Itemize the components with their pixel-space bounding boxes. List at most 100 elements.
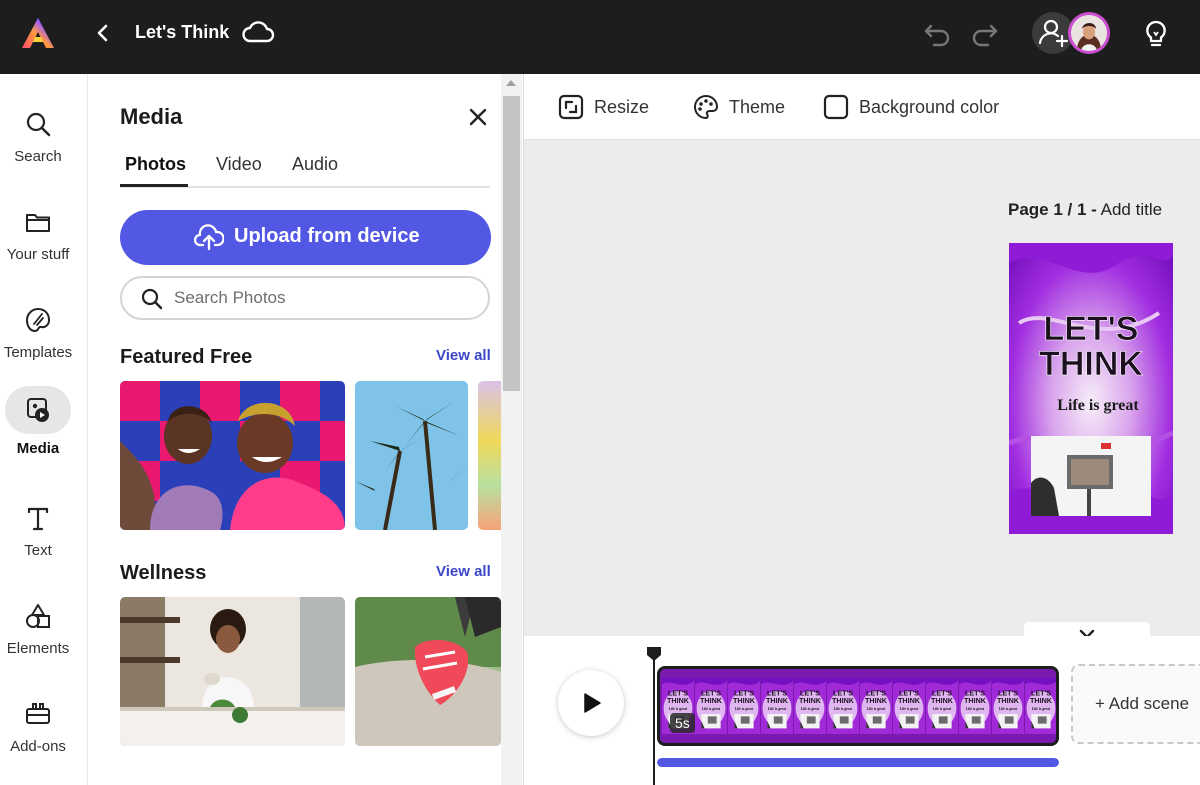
frame-heading-2: THINK <box>766 696 789 705</box>
back-icon[interactable] <box>92 21 114 45</box>
frame-subtitle: Life is great <box>768 707 787 711</box>
text-icon <box>27 507 49 531</box>
frame-heading-2: THINK <box>865 696 888 705</box>
rail-label: Your stuff <box>6 246 70 263</box>
page-indicator: Page 1 / 1 - Add title <box>1008 200 1162 220</box>
photo-thumbnail-palms[interactable] <box>355 381 468 530</box>
photo-thumbnail-friends[interactable] <box>120 381 345 530</box>
rail-item-your-stuff[interactable]: Your stuff <box>0 198 88 288</box>
frame-heading-2: THINK <box>1030 696 1053 705</box>
scroll-up-arrow[interactable] <box>506 80 516 86</box>
rail-item-add-ons[interactable]: Add-ons <box>0 690 88 780</box>
scrollbar-thumb[interactable] <box>503 96 520 391</box>
frame-subtitle: Life is great <box>801 707 820 711</box>
photo-runner <box>355 597 501 746</box>
frame-heading-2: THINK <box>931 696 954 705</box>
templates-icon <box>25 307 51 333</box>
lightbulb-icon[interactable] <box>1140 18 1172 50</box>
play-button[interactable] <box>558 670 624 736</box>
upload-cloud-icon <box>194 224 224 251</box>
tab-photos[interactable]: Photos <box>125 154 186 175</box>
timeline-frame-thumbnail: LET'STHINKLife is great <box>860 678 892 734</box>
redo-icon[interactable] <box>968 19 1000 47</box>
clip-duration-badge: 5s <box>670 713 695 733</box>
timeline-frame-thumbnail: LET'STHINKLife is great <box>761 678 793 734</box>
playhead-line[interactable] <box>653 652 655 785</box>
search-icon <box>141 288 163 310</box>
photo-friends <box>120 381 345 530</box>
timeline-frame-thumbnail: LET'STHINKLife is great <box>893 678 925 734</box>
frame-heading-2: THINK <box>964 696 987 705</box>
rail-item-elements[interactable]: Elements <box>0 592 88 682</box>
search-photos-field[interactable] <box>120 276 490 320</box>
timeline-frame-thumbnail: LET'STHINKLife is great <box>926 678 958 734</box>
photo-kitchen <box>120 597 345 746</box>
cloud-icon[interactable] <box>240 19 276 47</box>
rail-label: Elements <box>6 640 70 657</box>
rail-item-media[interactable]: Media <box>0 386 88 476</box>
photo-thumbnail-runner[interactable] <box>355 597 501 746</box>
frame-heading-2: THINK <box>799 696 822 705</box>
rail-item-search[interactable]: Search <box>0 100 88 190</box>
undo-icon[interactable] <box>922 19 954 47</box>
timeline-progress-bar[interactable] <box>657 758 1059 767</box>
timeline: LET'S THINK Life is great LET'S THINK Life is… <box>524 636 1200 785</box>
photo-palms <box>355 381 468 530</box>
frame-heading-2: THINK <box>733 696 756 705</box>
media-icon <box>27 398 49 422</box>
frame-subtitle: Life is great <box>669 707 688 711</box>
tab-video[interactable]: Video <box>216 154 262 175</box>
upload-label: Upload from device <box>234 225 420 247</box>
frame-subtitle: Life is great <box>966 707 985 711</box>
background-color-label: Background color <box>859 97 1000 117</box>
avatar-photo <box>1071 15 1107 51</box>
search-input[interactable] <box>174 286 474 310</box>
play-icon <box>584 693 601 713</box>
timeline-frame-thumbnail: LET'STHINKLife is great <box>959 678 991 734</box>
canvas-area: Page 1 / 1 - Add title LET'S THINK Life … <box>524 140 1200 639</box>
frame-subtitle: Life is great <box>900 707 919 711</box>
section-title-featured-free: Featured Free <box>120 346 253 368</box>
design-heading-1: LET'S <box>1044 310 1139 348</box>
upload-from-device-button[interactable]: Upload from device <box>120 210 491 265</box>
add-scene-button[interactable]: + Add scene <box>1071 664 1200 744</box>
frame-subtitle: Life is great <box>1032 707 1051 711</box>
scene-clip[interactable]: LET'S THINK Life is great LET'S THINK Life is… <box>657 666 1059 746</box>
palette-icon <box>694 94 719 120</box>
view-all-featured-link[interactable]: View all <box>436 347 491 364</box>
frame-heading-2: THINK <box>700 696 723 705</box>
panel-scrollbar[interactable] <box>501 74 522 785</box>
add-title-link[interactable]: Add title <box>1101 200 1162 219</box>
addons-icon <box>26 703 50 724</box>
user-avatar[interactable] <box>1068 12 1110 54</box>
playhead-handle[interactable] <box>646 646 662 662</box>
frame-heading-2: THINK <box>997 696 1020 705</box>
frame-heading-2: THINK <box>832 696 855 705</box>
close-icon[interactable] <box>468 107 488 127</box>
document-title[interactable]: Let's Think <box>135 22 229 43</box>
active-tab-underline <box>120 184 188 187</box>
frame-subtitle: Life is great <box>933 707 952 711</box>
view-all-wellness-link[interactable]: View all <box>436 563 491 580</box>
tab-audio[interactable]: Audio <box>292 154 338 175</box>
adobe-express-logo[interactable] <box>20 16 56 50</box>
page-number: Page 1 / 1 - <box>1008 200 1097 219</box>
rail-label: Text <box>24 542 52 559</box>
frame-subtitle: Life is great <box>834 707 853 711</box>
add-scene-label: + Add scene <box>1095 694 1190 713</box>
design-artwork: LET'S THINK Life is great <box>1009 243 1173 534</box>
photo-thumbnail-kitchen[interactable] <box>120 597 345 746</box>
design-page[interactable]: LET'S THINK Life is great <box>1009 243 1173 534</box>
rail-item-templates[interactable]: Templates <box>0 296 88 386</box>
timeline-frame-thumbnail: LET'STHINKLife is great <box>992 678 1024 734</box>
timeline-frame-thumbnail: LET'STHINKLife is great <box>794 678 826 734</box>
timeline-frame-thumbnail: LET'STHINKLife is great <box>695 678 727 734</box>
rail-label: Templates <box>3 344 73 361</box>
top-bar: Let's Think <box>0 0 1200 74</box>
progress-fill <box>657 758 1059 767</box>
media-panel: Media Photos Video Audio Upload from dev… <box>88 74 524 785</box>
media-tabs: Photos Video Audio <box>120 152 490 188</box>
rail-item-text[interactable]: Text <box>0 494 88 584</box>
timeline-frame-thumbnail: LET'STHINKLife is great <box>827 678 859 734</box>
resize-label: Resize <box>594 97 650 117</box>
